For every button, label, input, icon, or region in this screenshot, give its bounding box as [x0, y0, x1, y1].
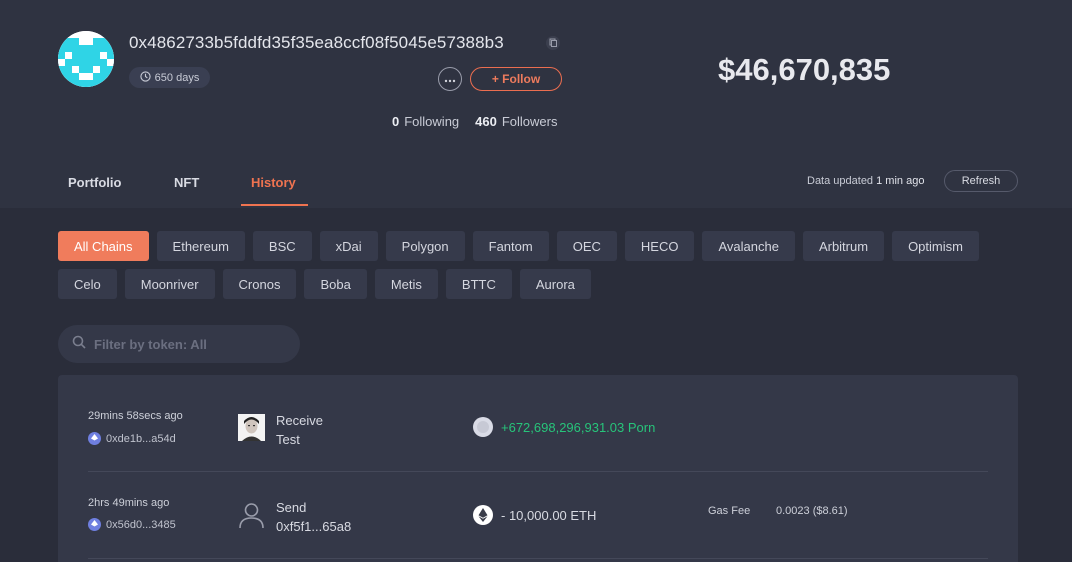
chain-filter: All Chains Ethereum BSC xDai Polygon Fantom OE…	[58, 231, 1018, 307]
tx-hash-link[interactable]: 0xde1b...a54d	[88, 432, 176, 445]
wallet-address: 0x4862733b5fddfd35f35ea8ccf08f5045e57388…	[129, 33, 504, 52]
chain-chip-arbitrum[interactable]: Arbitrum	[802, 231, 885, 261]
follow-stats: 0 Following 460 Followers	[392, 114, 557, 129]
total-balance: $46,670,835	[718, 52, 891, 87]
ethereum-token-icon	[473, 505, 493, 525]
chain-chip-row: All Chains Ethereum BSC xDai Polygon Fantom OE…	[58, 231, 1018, 261]
tab-history[interactable]: History	[251, 175, 296, 190]
more-options-button[interactable]	[438, 67, 462, 91]
chain-chip-row: Celo Moonriver Cronos Boba Metis BTTC Aurora	[58, 269, 1018, 299]
gas-fee-label: Gas Fee	[708, 505, 751, 517]
account-age-label: 650 days	[154, 71, 200, 84]
chain-chip-oec[interactable]: OEC	[556, 231, 617, 261]
data-updated-status: Data updated 1 min ago	[807, 175, 924, 187]
chain-chip-moonriver[interactable]: Moonriver	[124, 269, 215, 299]
token-filter-input[interactable]	[94, 336, 284, 352]
following-count: 0	[392, 114, 400, 129]
following-link[interactable]: 0 Following	[392, 114, 459, 129]
chain-chip-ethereum[interactable]: Ethereum	[156, 231, 245, 261]
tab-portfolio[interactable]: Portfolio	[68, 175, 121, 190]
follow-button[interactable]: + Follow	[470, 67, 562, 91]
chain-chip-all-chains[interactable]: All Chains	[58, 231, 149, 261]
transaction-row[interactable]: 2hrs 49mins ago 0x56d0...3485 Send 0xf5f…	[58, 472, 1018, 559]
transaction-row[interactable]: 29mins 58secs ago 0xde1b...a54d Receive …	[58, 375, 1018, 462]
tx-hash: 0x56d0...3485	[106, 518, 176, 531]
chain-chip-aurora[interactable]: Aurora	[519, 269, 591, 299]
ethereum-icon	[88, 518, 101, 531]
row-divider	[88, 558, 988, 559]
tx-counterparty: Test	[276, 432, 300, 447]
ethereum-icon	[88, 432, 101, 445]
more-dots-icon	[444, 70, 456, 88]
counterparty-avatar	[238, 414, 265, 441]
data-updated-prefix: Data updated	[807, 175, 874, 187]
chain-chip-avalanche[interactable]: Avalanche	[702, 231, 795, 261]
followers-count: 460	[475, 114, 497, 129]
tx-hash-link[interactable]: 0x56d0...3485	[88, 518, 176, 531]
chain-chip-fantom[interactable]: Fantom	[472, 231, 549, 261]
clock-icon	[140, 70, 151, 85]
token-icon	[473, 417, 493, 437]
active-tab-indicator	[241, 204, 308, 206]
chain-chip-heco[interactable]: HECO	[624, 231, 695, 261]
user-icon	[238, 501, 265, 529]
pixel-avatar-icon	[58, 31, 114, 87]
token-filter	[58, 325, 300, 363]
search-icon	[72, 335, 86, 354]
chain-chip-celo[interactable]: Celo	[58, 269, 117, 299]
profile-header: 0x4862733b5fddfd35f35ea8ccf08f5045e57388…	[0, 0, 1072, 208]
chain-chip-bsc[interactable]: BSC	[252, 231, 312, 261]
data-updated-time: 1 min ago	[876, 175, 925, 187]
gas-fee-value: 0.0023 ($8.61)	[776, 505, 848, 517]
tx-hash: 0xde1b...a54d	[106, 432, 176, 445]
refresh-button[interactable]: Refresh	[944, 170, 1018, 192]
tx-type: Send	[276, 500, 307, 515]
followers-link[interactable]: 460 Followers	[475, 114, 557, 129]
chain-chip-metis[interactable]: Metis	[374, 269, 438, 299]
chain-chip-boba[interactable]: Boba	[304, 269, 367, 299]
chain-chip-cronos[interactable]: Cronos	[222, 269, 297, 299]
tx-counterparty[interactable]: 0xf5f1...65a8	[276, 519, 351, 534]
chain-chip-xdai[interactable]: xDai	[319, 231, 378, 261]
tx-type: Receive	[276, 413, 323, 428]
tx-time: 2hrs 49mins ago	[88, 497, 170, 509]
chain-chip-polygon[interactable]: Polygon	[385, 231, 465, 261]
followers-label: Followers	[501, 114, 558, 129]
following-label: Following	[404, 114, 460, 129]
history-list: 29mins 58secs ago 0xde1b...a54d Receive …	[58, 375, 1018, 562]
copy-icon[interactable]	[546, 36, 560, 50]
account-age-badge: 650 days	[129, 67, 210, 88]
chain-chip-bttc[interactable]: BTTC	[445, 269, 512, 299]
tx-amount: +672,698,296,931.03 Porn	[501, 420, 656, 435]
tx-time: 29mins 58secs ago	[88, 410, 183, 422]
tx-amount: - 10,000.00 ETH	[501, 508, 597, 523]
tab-nft[interactable]: NFT	[174, 175, 199, 190]
chain-chip-optimism[interactable]: Optimism	[892, 231, 979, 261]
